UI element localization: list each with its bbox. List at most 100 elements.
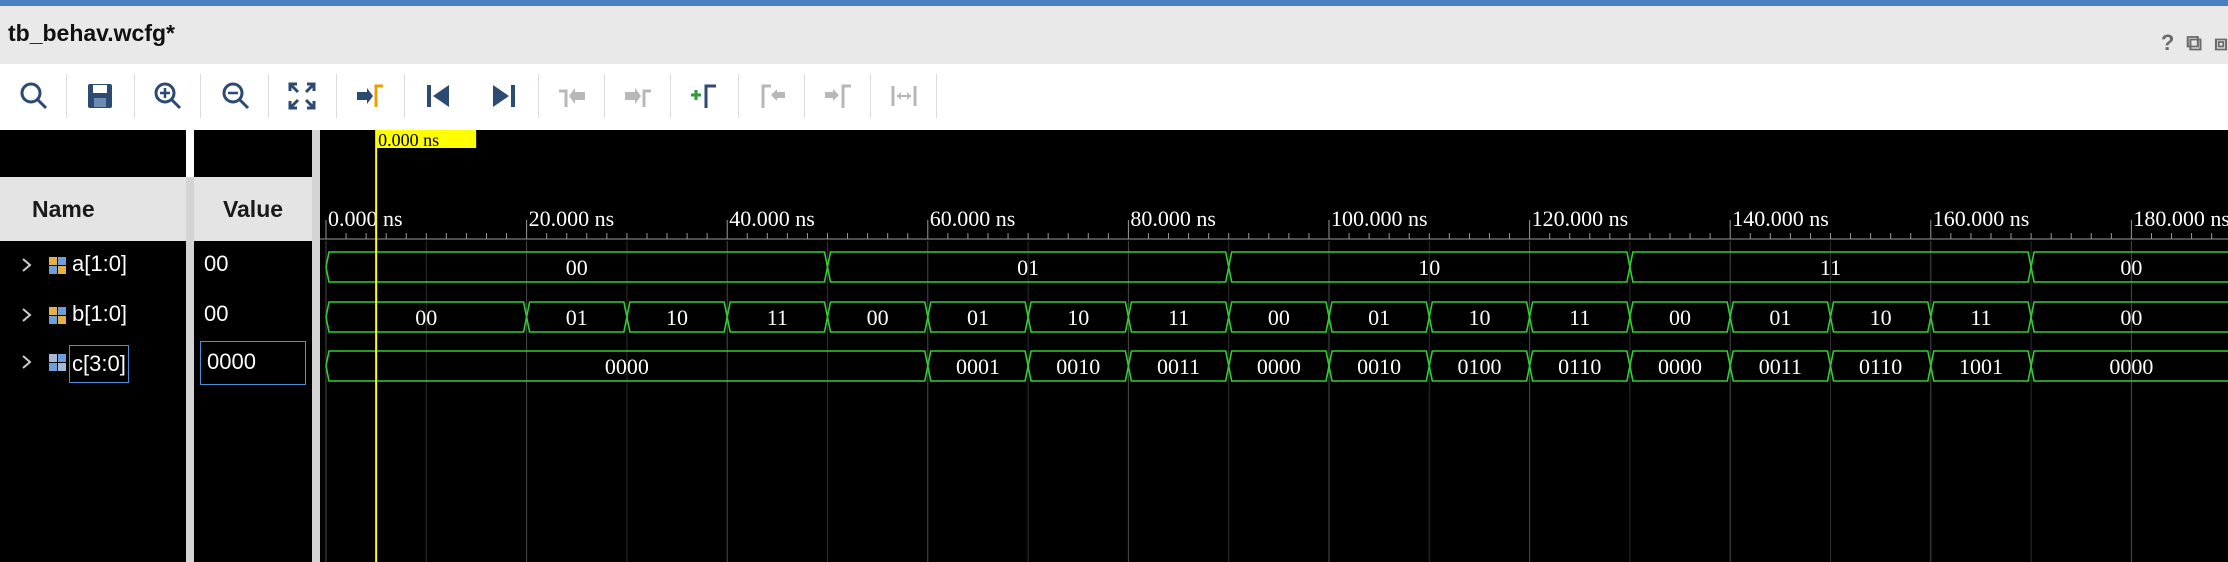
bus-value-label: 01: [1769, 305, 1791, 330]
search-icon: [20, 82, 48, 110]
zoom-in-icon: [154, 82, 182, 110]
bus-value-label: 0000: [1257, 354, 1301, 379]
bus-value-label: 10: [1067, 305, 1089, 330]
signal-name-b: b[1:0]: [72, 301, 128, 326]
waveform-svg: 0.000 ns 20.000 ns 40.000 ns 60.000 ns 80.00…: [320, 130, 2228, 562]
bus-value-label: 00: [415, 305, 437, 330]
time-tick-label: 40.000 ns: [729, 206, 815, 231]
maximize-icon[interactable]: ⧈: [2214, 30, 2228, 56]
bus-value-label: 0000: [605, 354, 649, 379]
window-controls: ? ⧉ ⧈: [2161, 28, 2228, 58]
time-tick-label: 60.000 ns: [930, 206, 1016, 231]
title-bar: tb_behav.wcfg* ? ⧉ ⧈: [0, 6, 2228, 64]
next-marker-button[interactable]: [818, 76, 858, 116]
go-to-time-0-icon: [427, 85, 449, 107]
swap-cursors-button[interactable]: [884, 76, 924, 116]
bus-signal-icon: [49, 307, 66, 324]
time-tick-label: 140.000 ns: [1732, 206, 1829, 231]
signal-row-b[interactable]: b[1:0]: [0, 291, 186, 341]
add-marker-icon: [691, 84, 716, 108]
bus-value-label: 0110: [1859, 354, 1902, 379]
previous-transition-button[interactable]: [552, 76, 592, 116]
swap-cursors-icon: [891, 86, 917, 106]
name-pane-divider[interactable]: [186, 177, 194, 562]
bus-value-label: 01: [1017, 255, 1039, 280]
bus-value-label: 00: [1268, 305, 1290, 330]
signal-name-c: c[3:0]: [69, 345, 129, 383]
bus-value-label: 10: [666, 305, 688, 330]
bus-value-label: 0000: [2109, 354, 2153, 379]
restore-icon[interactable]: ⧉: [2186, 30, 2202, 56]
value-pane-divider[interactable]: [312, 130, 320, 562]
bus-value-label: 0011: [1759, 354, 1802, 379]
chevron-right-icon[interactable]: [18, 350, 38, 374]
previous-marker-icon: [761, 84, 785, 108]
zoom-out-icon: [222, 82, 250, 110]
time-tick-label: 20.000 ns: [529, 206, 615, 231]
bus-value-label: 01: [967, 305, 989, 330]
bus-value-label: 00: [867, 305, 889, 330]
zoom-in-button[interactable]: [148, 76, 188, 116]
signal-name-a: a[1:0]: [72, 251, 128, 276]
next-transition-button[interactable]: [618, 76, 658, 116]
go-to-last-time-button[interactable]: [484, 76, 524, 116]
name-column-header[interactable]: Name: [0, 177, 186, 241]
bus-value-label: 1001: [1959, 354, 2003, 379]
bus-value-label: 11: [1970, 305, 1991, 330]
previous-marker-button[interactable]: [752, 76, 792, 116]
time-tick-label: 100.000 ns: [1331, 206, 1428, 231]
search-button[interactable]: [14, 76, 54, 116]
go-to-time-0-button[interactable]: [418, 76, 458, 116]
window-title: tb_behav.wcfg*: [8, 20, 175, 46]
bus-value-label: 0011: [1157, 354, 1200, 379]
bus-value-label: 01: [566, 305, 588, 330]
go-to-cursor-button[interactable]: [350, 76, 390, 116]
bus-signal-icon: [49, 354, 66, 371]
bus-value-label: 00: [566, 255, 588, 280]
chevron-right-icon[interactable]: [18, 253, 38, 277]
bus-value-label: 0110: [1558, 354, 1601, 379]
signal-value-c: 0000: [207, 349, 256, 374]
bus-value-label: 11: [1820, 255, 1841, 280]
bus-value-label: 0010: [1357, 354, 1401, 379]
go-to-last-time-icon: [493, 85, 515, 107]
time-tick-label: 120.000 ns: [1532, 206, 1629, 231]
bus-value-label: 10: [1418, 255, 1440, 280]
bus-signal-icon: [49, 257, 66, 274]
time-tick-label: 0.000 ns: [328, 206, 403, 231]
cursor-time-label: 0.000 ns: [378, 130, 439, 150]
bus-value-label: 11: [1168, 305, 1189, 330]
zoom-fit-icon: [288, 82, 316, 110]
bus-value-label: 00: [2120, 305, 2142, 330]
bus-value-label: 0001: [956, 354, 1000, 379]
bus-value-label: 11: [1569, 305, 1590, 330]
toolbar: [0, 64, 2228, 127]
save-button[interactable]: [80, 76, 120, 116]
bus-value-label: 00: [1669, 305, 1691, 330]
time-tick-label: 180.000 ns: [2133, 206, 2228, 231]
bus-value-label: 10: [1870, 305, 1892, 330]
signal-row-c[interactable]: c[3:0]: [0, 338, 186, 388]
bus-value-label: 0100: [1457, 354, 1501, 379]
next-transition-icon: [625, 88, 651, 107]
waveform-canvas[interactable]: 0.000 ns 20.000 ns 40.000 ns 60.000 ns 80.00…: [320, 130, 2228, 562]
next-marker-icon: [825, 84, 851, 108]
zoom-fit-button[interactable]: [282, 76, 322, 116]
signal-value-a: 00: [204, 251, 229, 276]
save-icon: [88, 84, 112, 108]
bus-value-label: 00: [2120, 255, 2142, 280]
chevron-right-icon[interactable]: [18, 303, 38, 327]
zoom-out-button[interactable]: [216, 76, 256, 116]
signal-row-a[interactable]: a[1:0]: [0, 241, 186, 291]
previous-transition-icon: [559, 88, 585, 107]
value-column-header[interactable]: Value: [194, 177, 312, 241]
name-header-label: Name: [32, 195, 95, 222]
bus-value-label: 01: [1368, 305, 1390, 330]
add-marker-button[interactable]: [684, 76, 724, 116]
bus-value-label: 0010: [1056, 354, 1100, 379]
bus-value-label: 11: [767, 305, 788, 330]
help-icon[interactable]: ?: [2161, 30, 2174, 56]
bus-value-label: 0000: [1658, 354, 1702, 379]
time-tick-label: 80.000 ns: [1130, 206, 1216, 231]
bus-value-label: 10: [1468, 305, 1490, 330]
